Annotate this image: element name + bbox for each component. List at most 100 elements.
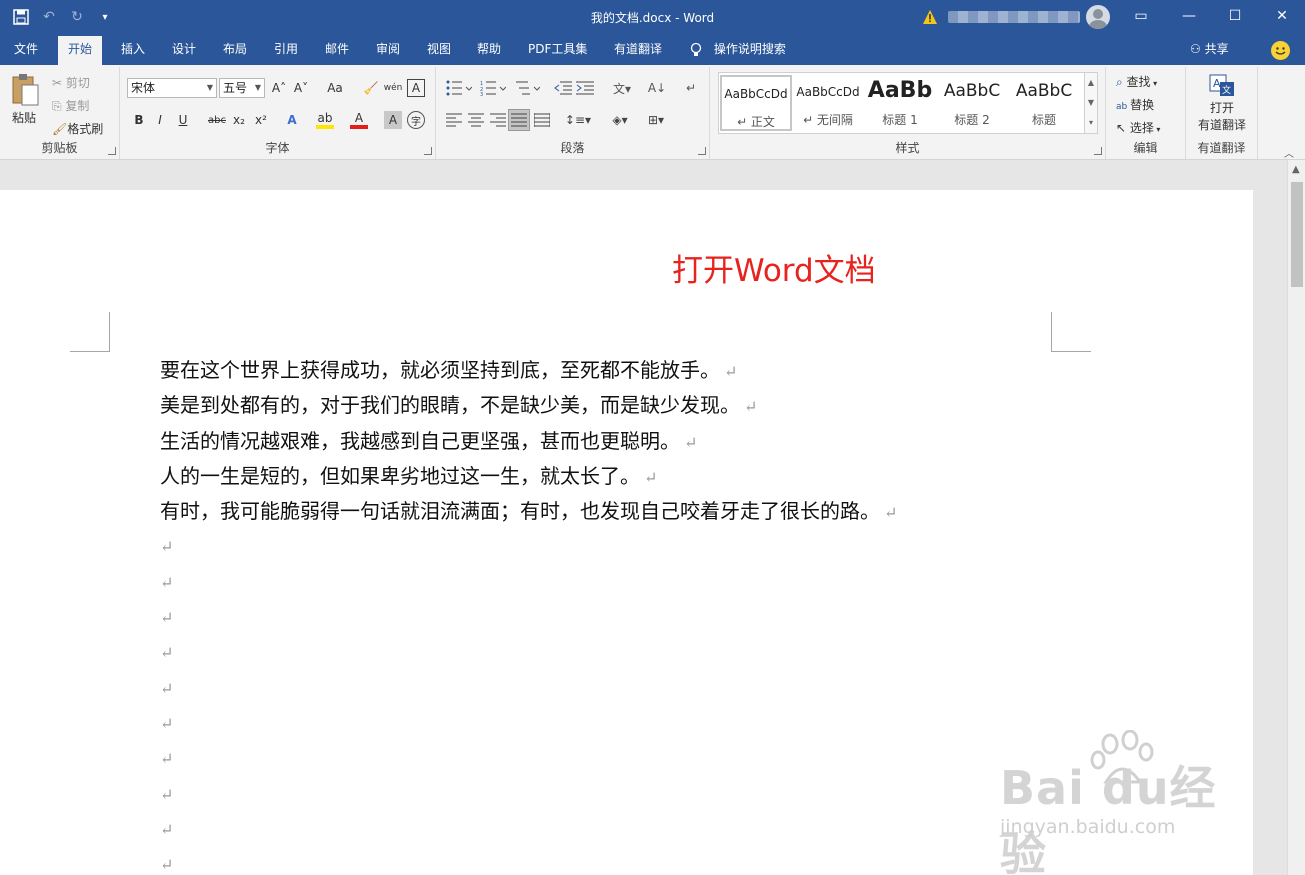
close-button[interactable]: ✕ (1259, 0, 1305, 32)
empty-paragraph-mark-icon[interactable]: ↵ (160, 706, 897, 741)
style-normal[interactable]: AaBbCcDd ↵ 正文 (720, 75, 792, 131)
replace-button[interactable]: ab 替换 (1116, 96, 1154, 113)
line-spacing-icon[interactable]: ↕≡▾ (564, 111, 592, 129)
tell-me-search[interactable]: 操作说明搜索 (690, 36, 786, 65)
tab-file[interactable]: 文件 (4, 36, 48, 65)
align-right-icon[interactable] (490, 113, 506, 127)
empty-paragraph-mark-icon[interactable]: ↵ (160, 529, 897, 564)
styles-launcher-icon[interactable] (1094, 147, 1102, 155)
open-youdao-button[interactable]: A文 打开 有道翻译 (1186, 73, 1258, 135)
highlight-icon[interactable]: ab (316, 111, 334, 129)
phonetic-guide-icon[interactable]: wén (384, 79, 403, 97)
redo-icon[interactable]: ↻ (66, 6, 88, 28)
style-title[interactable]: AaBbC 标题 (1008, 75, 1080, 131)
document-paragraph[interactable]: 美是到处都有的，对于我们的眼睛，不是缺少美，而是缺少发现。 ↵ (160, 388, 897, 423)
account-name[interactable] (948, 11, 1080, 23)
scroll-up-icon[interactable]: ▲ (1292, 164, 1300, 175)
customize-qat-icon[interactable]: ▾ (94, 6, 116, 28)
font-size-combo[interactable]: 五号 ▼ (219, 78, 265, 98)
show-marks-icon[interactable]: ↵ (682, 79, 700, 97)
bold-icon[interactable]: B (130, 111, 148, 129)
empty-paragraph-mark-icon[interactable]: ↵ (160, 635, 897, 670)
borders-icon[interactable]: ⊞▾ (642, 111, 670, 129)
feedback-smiley-icon[interactable] (1271, 41, 1290, 60)
grow-font-icon[interactable]: A˄ (270, 79, 288, 97)
warning-icon[interactable] (922, 9, 938, 25)
paragraph-launcher-icon[interactable] (698, 147, 706, 155)
document-body[interactable]: 要在这个世界上获得成功，就必须坚持到底，至死都不能放手。 ↵ 美是到处都有的，对于我… (160, 353, 897, 875)
vertical-scrollbar[interactable]: ▲ (1287, 160, 1305, 875)
copy-button[interactable]: ⎘ 复制 (52, 97, 89, 114)
style-heading-2[interactable]: AaBbC 标题 2 (936, 75, 1008, 131)
tab-layout[interactable]: 布局 (213, 36, 257, 65)
align-left-icon[interactable] (446, 113, 462, 127)
document-paragraph[interactable]: 有时，我可能脆弱得一句话就泪流满面；有时，也发现自己咬着牙走了很长的路。 ↵ (160, 494, 897, 529)
tab-pdf-tools[interactable]: PDF工具集 (518, 36, 597, 65)
style-no-spacing[interactable]: AaBbCcDd ↵ 无间隔 (792, 75, 864, 131)
tab-review[interactable]: 审阅 (366, 36, 410, 65)
chinese-layout-icon[interactable]: 文▾ (608, 79, 636, 97)
ribbon-display-options-icon[interactable]: ▭ (1118, 0, 1164, 32)
format-painter-button[interactable]: 🖌格式刷 (52, 120, 103, 137)
tab-home[interactable]: 开始 (58, 36, 103, 65)
justify-button[interactable] (508, 109, 530, 131)
tab-view[interactable]: 视图 (417, 36, 461, 65)
avatar[interactable] (1086, 5, 1110, 29)
empty-paragraph-mark-icon[interactable]: ↵ (160, 671, 897, 706)
clear-format-icon[interactable]: 🧹 (362, 79, 380, 97)
empty-paragraph-mark-icon[interactable]: ↵ (160, 812, 897, 847)
superscript-icon[interactable]: x² (252, 111, 270, 129)
distributed-icon[interactable] (534, 113, 550, 127)
document-paragraph[interactable]: 人的一生是短的，但如果卑劣地过这一生，就太长了。 ↵ (160, 459, 897, 494)
enclose-characters-icon[interactable]: 字 (407, 111, 425, 129)
minimize-button[interactable]: — (1166, 0, 1212, 32)
document-paragraph[interactable]: 要在这个世界上获得成功，就必须坚持到底，至死都不能放手。 ↵ (160, 353, 897, 388)
change-case-icon[interactable]: Aa (322, 79, 348, 97)
shading-icon[interactable]: ◈▾ (606, 111, 634, 129)
share-button[interactable]: ⚇ 共享 (1190, 36, 1229, 65)
scrollbar-thumb[interactable] (1291, 182, 1303, 287)
tab-mailings[interactable]: 邮件 (315, 36, 359, 65)
tab-insert[interactable]: 插入 (111, 36, 155, 65)
character-shading-icon[interactable]: A (384, 111, 402, 129)
font-name-combo[interactable]: 宋体 ▼ (127, 78, 217, 98)
increase-indent-icon[interactable] (576, 80, 594, 96)
underline-icon[interactable]: U (174, 111, 192, 129)
empty-paragraph-mark-icon[interactable]: ↵ (160, 565, 897, 600)
strikethrough-icon[interactable]: abc (206, 111, 228, 129)
document-paragraph[interactable]: 生活的情况越艰难，我越感到自己更坚强，甚而也更聪明。 ↵ (160, 424, 897, 459)
cut-button[interactable]: ✂ 剪切 (52, 74, 90, 91)
ribbon: 粘贴 ✂ 剪切 ⎘ 复制 🖌格式刷 剪贴板 宋体 ▼ 五号 ▼ A˄ A˅ Aa 🧹… (0, 65, 1305, 160)
style-heading-1[interactable]: AaBb 标题 1 (864, 75, 936, 131)
font-color-icon[interactable]: A (350, 111, 368, 129)
align-center-icon[interactable] (468, 113, 484, 127)
empty-paragraph-mark-icon[interactable]: ↵ (160, 777, 897, 812)
empty-paragraph-mark-icon[interactable]: ↵ (160, 600, 897, 635)
tab-youdao[interactable]: 有道翻译 (604, 36, 672, 65)
styles-scroll[interactable]: ▲ ▼ ▾ (1084, 72, 1098, 134)
save-icon[interactable] (10, 6, 32, 28)
empty-paragraph-mark-icon[interactable]: ↵ (160, 741, 897, 776)
bullets-icon[interactable] (446, 80, 472, 96)
empty-paragraph-mark-icon[interactable]: ↵ (160, 847, 897, 875)
sort-icon[interactable]: A↓ (648, 79, 666, 97)
clipboard-launcher-icon[interactable] (108, 147, 116, 155)
tab-help[interactable]: 帮助 (467, 36, 511, 65)
numbering-icon[interactable]: 123 (480, 80, 506, 96)
text-effects-icon[interactable]: A (283, 111, 301, 129)
find-button[interactable]: ⌕ 查找 ▾ (1116, 73, 1157, 90)
subscript-icon[interactable]: x₂ (230, 111, 248, 129)
undo-icon[interactable]: ↶ (38, 6, 60, 28)
paste-button[interactable]: 粘贴 (8, 71, 44, 131)
character-border-icon[interactable]: A (407, 79, 425, 97)
tab-references[interactable]: 引用 (264, 36, 308, 65)
shrink-font-icon[interactable]: A˅ (292, 79, 310, 97)
collapse-ribbon-icon[interactable]: ︿ (1284, 145, 1294, 160)
decrease-indent-icon[interactable] (554, 80, 572, 96)
font-launcher-icon[interactable] (424, 147, 432, 155)
tab-design[interactable]: 设计 (162, 36, 206, 65)
multilevel-list-icon[interactable] (514, 80, 540, 96)
maximize-button[interactable]: ☐ (1212, 0, 1258, 32)
italic-icon[interactable]: I (151, 111, 169, 129)
select-button[interactable]: ↖ 选择 ▾ (1116, 119, 1160, 136)
